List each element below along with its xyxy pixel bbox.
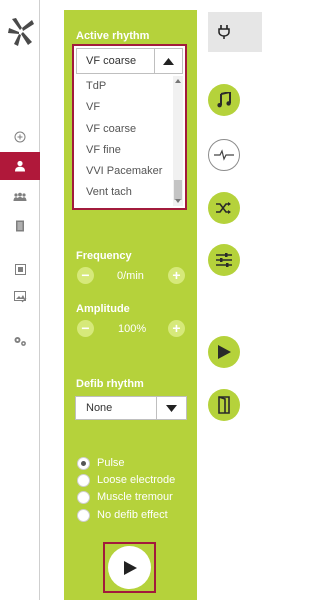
app-logo — [8, 18, 34, 46]
rhythm-options-list: TdP VF VF coarse VF fine VVI Pacemaker V… — [76, 76, 172, 204]
radio-label: No defib effect — [97, 509, 168, 521]
radio-button[interactable] — [77, 456, 90, 470]
play-icon — [218, 345, 231, 359]
radio-button[interactable] — [77, 473, 90, 487]
rhythm-option[interactable]: VF — [76, 97, 172, 118]
rhythm-option[interactable]: VF fine — [76, 140, 172, 161]
active-rhythm-dropdown[interactable]: VF coarse TdP VF VF coarse VF fine VVI P… — [72, 44, 187, 210]
radio-label: Muscle tremour — [97, 491, 173, 503]
active-rhythm-value: VF coarse — [86, 55, 137, 67]
heartbeat-icon — [214, 149, 234, 161]
run-button[interactable] — [208, 336, 240, 368]
active-rhythm-select[interactable]: VF coarse — [76, 48, 183, 74]
play-icon — [123, 560, 137, 575]
defib-rhythm-label: Defib rhythm — [76, 378, 144, 390]
radio-button[interactable] — [77, 508, 90, 522]
scrollbar-thumb[interactable] — [174, 180, 182, 200]
frequency-value: 0/min — [117, 270, 144, 282]
plug-icon — [218, 25, 230, 39]
defib-rhythm-toggle[interactable] — [156, 397, 186, 419]
amplitude-decrease-button[interactable]: − — [77, 320, 94, 337]
document-icon[interactable] — [11, 217, 29, 235]
options-scrollbar[interactable] — [173, 76, 183, 206]
radio-button[interactable] — [77, 490, 90, 504]
group-icon[interactable] — [11, 188, 29, 206]
scroll-up-icon[interactable] — [175, 79, 181, 83]
active-rhythm-label: Active rhythm — [76, 30, 150, 42]
radio-no-defib-effect[interactable]: No defib effect — [77, 507, 168, 523]
caret-up-icon — [163, 57, 174, 65]
frequency-decrease-button[interactable]: − — [77, 267, 94, 284]
sound-button[interactable] — [208, 84, 240, 116]
connection-tab[interactable] — [208, 12, 262, 52]
rhythm-option[interactable]: TdP — [76, 76, 172, 97]
play-button-frame — [103, 542, 156, 593]
scroll-down-icon[interactable] — [175, 199, 181, 203]
rhythm-option[interactable]: VF coarse — [76, 119, 172, 140]
defib-rhythm-select[interactable]: None — [75, 396, 187, 420]
caret-down-icon — [166, 404, 177, 412]
frequency-label: Frequency — [76, 250, 132, 262]
amplitude-value: 100% — [118, 323, 147, 335]
sidebar-item-patient[interactable] — [0, 152, 40, 180]
radio-pulse[interactable]: Pulse — [77, 455, 125, 471]
music-note-icon — [217, 92, 231, 108]
radio-label: Loose electrode — [97, 474, 176, 486]
left-rail — [0, 0, 40, 600]
user-icon — [15, 160, 25, 172]
radio-muscle-tremour[interactable]: Muscle tremour — [77, 489, 173, 505]
shuffle-button[interactable] — [208, 192, 240, 224]
ecg-button[interactable] — [208, 139, 240, 171]
radio-loose-electrode[interactable]: Loose electrode — [77, 472, 175, 488]
adjustments-button[interactable] — [208, 244, 240, 276]
image-edit-icon[interactable] — [11, 288, 29, 306]
collapse-button[interactable] — [154, 49, 182, 73]
door-icon — [218, 396, 230, 414]
rhythm-option[interactable]: Vent tach — [76, 182, 172, 203]
settings-icon[interactable] — [11, 332, 29, 350]
amplitude-label: Amplitude — [76, 303, 130, 315]
exit-button[interactable] — [208, 389, 240, 421]
radio-label: Pulse — [97, 457, 125, 469]
sliders-icon — [216, 253, 232, 267]
defib-rhythm-value: None — [86, 402, 113, 414]
frequency-increase-button[interactable]: + — [168, 267, 185, 284]
spacer — [40, 0, 64, 600]
rhythm-option[interactable]: VVI Pacemaker — [76, 161, 172, 182]
amplitude-increase-button[interactable]: + — [168, 320, 185, 337]
image-icon[interactable] — [11, 260, 29, 278]
shuffle-icon — [216, 202, 231, 214]
add-circle-icon[interactable] — [11, 128, 29, 146]
play-button[interactable] — [108, 546, 151, 589]
